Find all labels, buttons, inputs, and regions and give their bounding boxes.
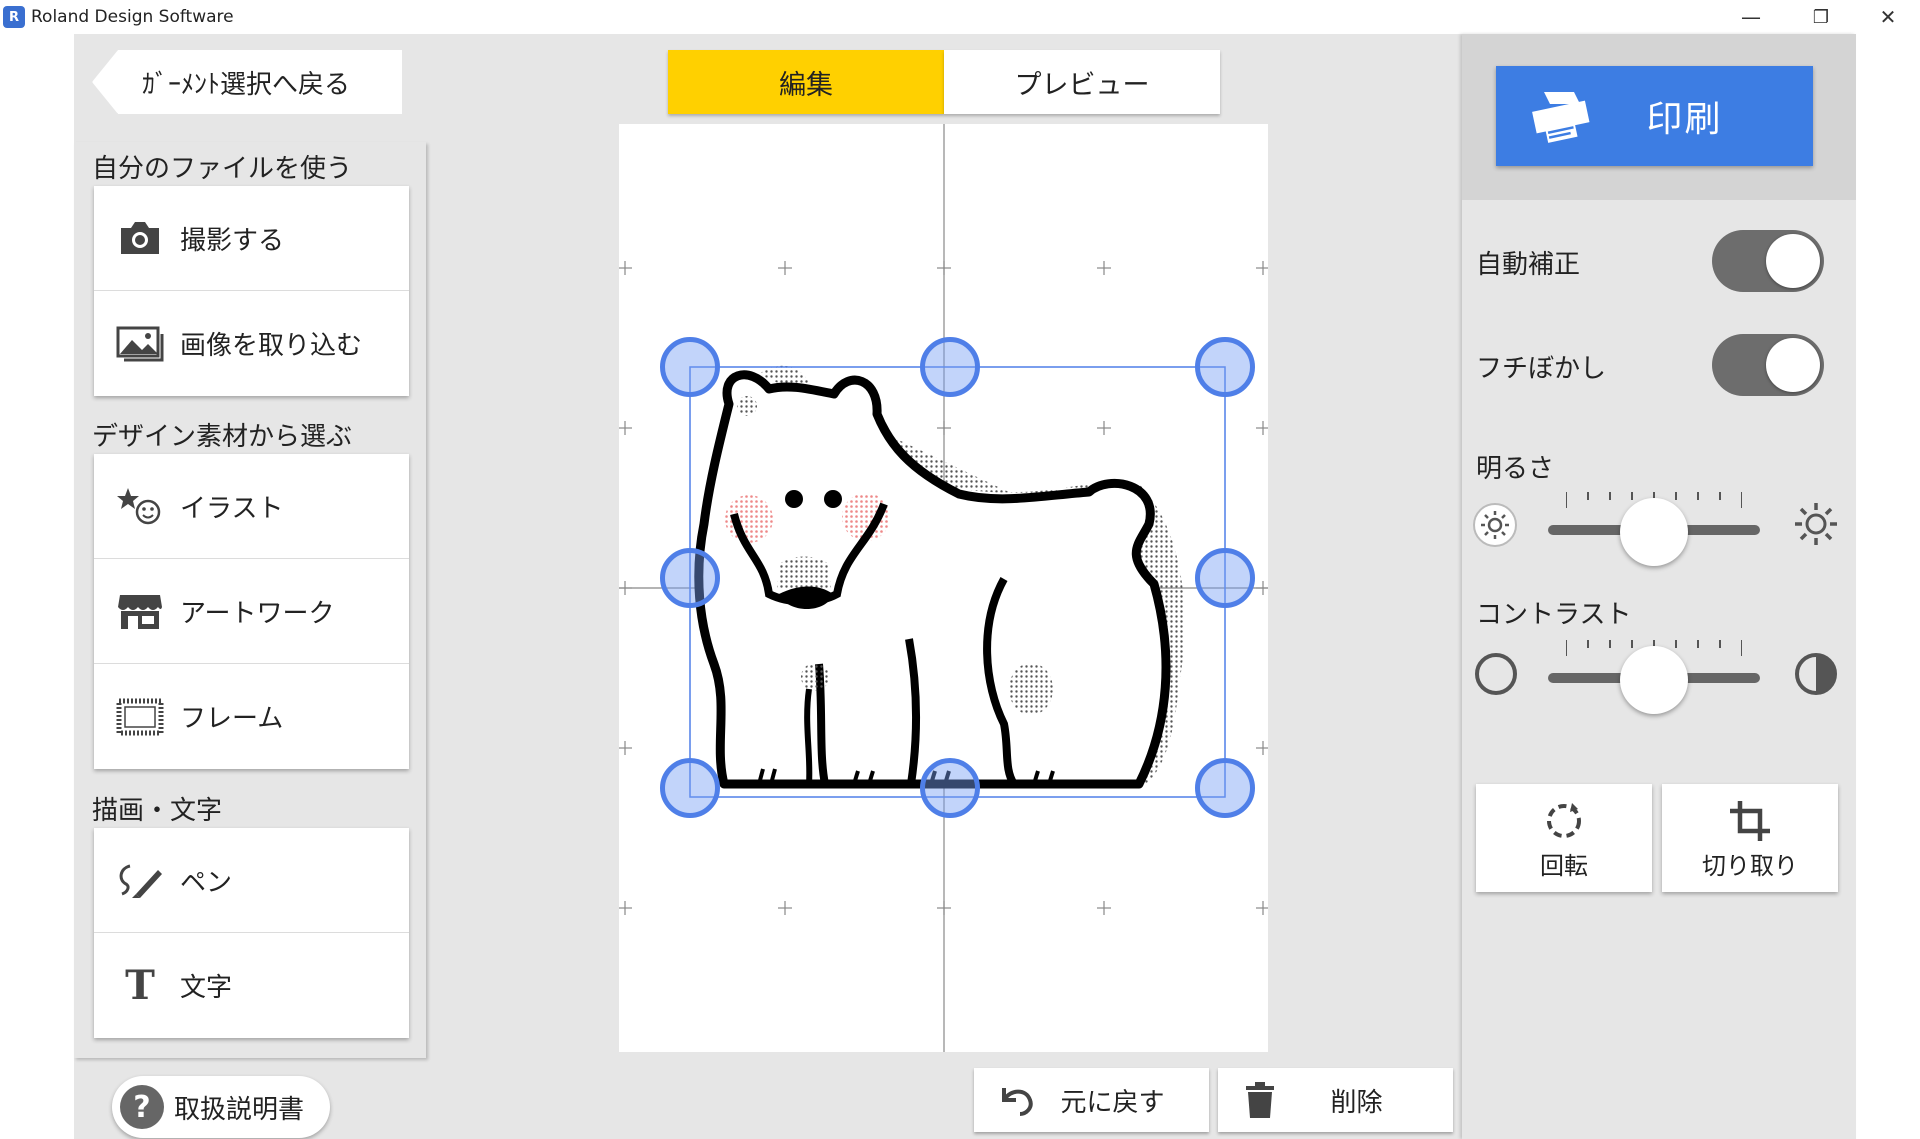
illustration-label: イラスト <box>180 493 284 524</box>
artwork-button[interactable]: アートワーク <box>94 559 409 664</box>
import-image-button[interactable]: 画像を取り込む <box>94 291 409 396</box>
crop-label: 切り取り <box>1702 851 1798 880</box>
undo-label: 元に戻す <box>1060 1087 1165 1118</box>
resize-handle-bottom-left[interactable] <box>660 758 720 818</box>
frame-icon <box>116 697 164 737</box>
resize-handle-top-center[interactable] <box>920 337 980 397</box>
auto-correct-label: 自動補正 <box>1476 250 1581 280</box>
contrast-slider[interactable] <box>1548 638 1760 714</box>
image-import-icon <box>116 324 164 364</box>
back-to-garment-button[interactable]: ｶﾞｰﾒﾝﾄ選択へ戻る <box>92 50 402 114</box>
toggle-knob <box>1766 338 1820 392</box>
brightness-slider[interactable] <box>1548 490 1760 566</box>
artwork-label: アートワーク <box>180 598 335 629</box>
user-manual-label: 取扱説明書 <box>174 1094 305 1125</box>
app-logo-icon: R <box>3 6 25 28</box>
pen-button[interactable]: ペン <box>94 828 409 933</box>
brightness-thumb[interactable] <box>1620 498 1688 566</box>
crop-icon <box>1728 796 1772 846</box>
rotate-icon <box>1542 796 1586 846</box>
delete-label: 削除 <box>1330 1087 1383 1118</box>
section-title-design: デザイン素材から選ぶ <box>92 422 353 452</box>
pen-brush-icon <box>116 860 164 900</box>
brightness-label: 明るさ <box>1476 454 1555 484</box>
print-label: 印刷 <box>1646 99 1723 140</box>
design-canvas[interactable] <box>618 124 1270 1052</box>
illustration-button[interactable]: イラスト <box>94 454 409 559</box>
text-label: 文字 <box>180 973 233 1003</box>
auto-correct-toggle[interactable] <box>1712 230 1824 292</box>
tab-preview-label: プレビュー <box>1014 69 1150 101</box>
window-title: Roland Design Software <box>31 7 234 27</box>
brightness-low-icon <box>1472 502 1518 552</box>
back-to-garment-label: ｶﾞｰﾒﾝﾄ選択へ戻る <box>142 69 351 100</box>
tab-preview[interactable]: プレビュー <box>944 50 1220 114</box>
edge-blur-toggle[interactable] <box>1712 334 1824 396</box>
resize-handle-middle-left[interactable] <box>660 548 720 608</box>
question-icon: ? <box>120 1085 164 1129</box>
resize-handle-bottom-right[interactable] <box>1195 758 1255 818</box>
crop-button[interactable]: 切り取り <box>1662 784 1838 892</box>
pen-label: ペン <box>180 867 233 898</box>
contrast-low-icon <box>1474 652 1518 700</box>
restore-button[interactable]: ❐ <box>1786 0 1856 34</box>
brightness-high-icon <box>1792 500 1840 552</box>
text-t-icon: T <box>125 962 155 1009</box>
storefront-icon <box>116 591 164 631</box>
text-button[interactable]: T 文字 <box>94 933 409 1038</box>
rotate-button[interactable]: 回転 <box>1476 784 1652 892</box>
contrast-high-icon <box>1794 652 1838 700</box>
import-image-label: 画像を取り込む <box>180 331 363 361</box>
rotate-label: 回転 <box>1540 851 1588 880</box>
title-bar: R Roland Design Software — ❐ ✕ <box>0 0 1920 34</box>
print-button[interactable]: 印刷 <box>1496 66 1813 166</box>
user-manual-button[interactable]: ? 取扱説明書 <box>112 1076 330 1138</box>
contrast-label: コントラスト <box>1476 600 1632 630</box>
delete-button[interactable]: 削除 <box>1218 1068 1453 1132</box>
draw-text-group: ペン T 文字 <box>94 828 409 1038</box>
close-button[interactable]: ✕ <box>1856 0 1920 34</box>
take-photo-label: 撮影する <box>180 225 285 256</box>
resize-handle-bottom-center[interactable] <box>920 758 980 818</box>
minimize-button[interactable]: — <box>1716 0 1786 34</box>
trash-icon <box>1230 1081 1290 1119</box>
own-files-group: 撮影する 画像を取り込む <box>94 186 409 396</box>
edge-blur-label: フチぼかし <box>1476 354 1607 384</box>
take-photo-button[interactable]: 撮影する <box>94 186 409 291</box>
resize-handle-middle-right[interactable] <box>1195 548 1255 608</box>
undo-arrow-icon <box>986 1082 1046 1118</box>
section-title-own-files: 自分のファイルを使う <box>92 154 353 184</box>
resize-handle-top-right[interactable] <box>1195 337 1255 397</box>
tab-edit-label: 編集 <box>779 69 833 101</box>
undo-button[interactable]: 元に戻す <box>974 1068 1209 1132</box>
design-materials-group: イラスト アートワーク フレーム <box>94 454 409 769</box>
resize-handle-top-left[interactable] <box>660 337 720 397</box>
toggle-knob <box>1766 234 1820 288</box>
contrast-thumb[interactable] <box>1620 646 1688 714</box>
tab-edit[interactable]: 編集 <box>668 50 944 114</box>
frame-button[interactable]: フレーム <box>94 664 409 769</box>
section-title-draw-text: 描画・文字 <box>92 796 223 826</box>
camera-icon <box>116 218 164 258</box>
frame-label: フレーム <box>180 704 284 734</box>
star-smiley-icon <box>116 486 164 526</box>
printer-icon <box>1516 88 1606 144</box>
